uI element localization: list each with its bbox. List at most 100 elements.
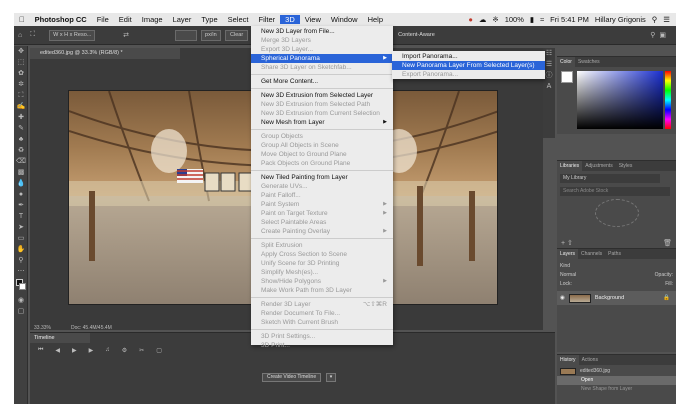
menu-item-paint-on-target-texture[interactable]: Paint on Target Texture ▶ [251, 209, 393, 218]
fill-label[interactable]: Fill: [665, 280, 673, 289]
type-tool-icon[interactable]: T [14, 211, 28, 222]
menu-item-generate-uvs[interactable]: Generate UVs... [251, 182, 393, 191]
menu-window[interactable]: Window [326, 15, 363, 24]
menu-3d[interactable]: 3D [280, 15, 300, 24]
content-aware-checkbox[interactable]: Content-Aware [398, 32, 435, 38]
lock-label[interactable]: Lock: [560, 280, 572, 289]
shape-tool-icon[interactable]: ▭ [14, 233, 28, 244]
width-field[interactable] [175, 29, 198, 41]
hand-tool-icon[interactable]: ✋ [14, 244, 28, 255]
zoom-tool-icon[interactable]: ⚲ [14, 255, 28, 266]
unit-select[interactable]: px/in [201, 29, 222, 41]
menu-item-paint-falloff[interactable]: Paint Falloff... [251, 191, 393, 200]
menu-item-new-tiled-painting-from-layer[interactable]: New Tiled Painting from Layer [251, 173, 393, 182]
library-select[interactable]: My Library [560, 174, 660, 183]
tab-styles[interactable]: Styles [616, 161, 636, 171]
history-item-open[interactable]: Open [557, 376, 676, 385]
tab-color[interactable]: Color [557, 57, 575, 67]
pen-tool-icon[interactable]: ✒ [14, 200, 28, 211]
play-icon[interactable]: ▶ [72, 347, 77, 354]
color-swatches-icon[interactable] [14, 277, 28, 295]
gradient-tool-icon[interactable]: ▩ [14, 167, 28, 178]
blur-tool-icon[interactable]: 💧 [14, 178, 28, 189]
trash-icon[interactable]: 🗑 [663, 239, 672, 247]
menu-edit[interactable]: Edit [114, 15, 137, 24]
swap-icon[interactable]: ⇄ [123, 31, 129, 39]
transition-icon[interactable]: ▢ [156, 347, 162, 354]
visibility-eye-icon[interactable]: ◉ [560, 295, 565, 301]
hue-slider[interactable] [665, 71, 671, 129]
menu-item-new-mesh-from-layer[interactable]: New Mesh from Layer ▶ [251, 118, 393, 127]
character-panel-icon[interactable]: A [543, 81, 555, 92]
search-icon[interactable]: ⚲ [652, 15, 658, 24]
menu-item-show-hide-polygons[interactable]: Show/Hide Polygons ▶ [251, 277, 393, 286]
menu-item-new-3d-extrusion-from-current-selection[interactable]: New 3D Extrusion from Current Selection [251, 109, 393, 118]
wifi-icon[interactable]: ≈ [540, 15, 544, 24]
battery-icon[interactable]: ▮ [530, 15, 534, 24]
menu-help[interactable]: Help [363, 15, 388, 24]
tab-paths[interactable]: Paths [605, 249, 624, 259]
menu-photoshop[interactable]: Photoshop CC [30, 15, 92, 24]
menu-item-move-object-to-ground-plane[interactable]: Move Object to Ground Plane [251, 150, 393, 159]
menu-file[interactable]: File [92, 15, 114, 24]
menu-item-sketch-with-current-brush[interactable]: Sketch With Current Brush [251, 318, 393, 327]
move-tool-icon[interactable]: ✥ [14, 46, 28, 57]
brush-tool-icon[interactable]: ✎ [14, 123, 28, 134]
library-search-input[interactable]: Search Adobe Stock [560, 187, 670, 196]
tab-layers[interactable]: Layers [557, 249, 579, 259]
menu-item-new-panorama-layer-from-selected-layer-s[interactable]: New Panorama Layer From Selected Layer(s… [392, 61, 545, 70]
menu-item-export-panorama[interactable]: Export Panorama... [392, 70, 545, 79]
color-field[interactable] [577, 71, 663, 129]
menu-item-export-3d-layer[interactable]: Export 3D Layer... [251, 45, 393, 54]
crop-tool-icon[interactable]: ⛶ [14, 90, 28, 101]
menu-item-create-painting-overlay[interactable]: Create Painting Overlay ▶ [251, 227, 393, 236]
prev-frame-icon[interactable]: ◀ [55, 347, 60, 354]
menu-item-simplify-mesh-es[interactable]: Simplify Mesh(es)... [251, 268, 393, 277]
lasso-tool-icon[interactable]: ✿ [14, 68, 28, 79]
next-frame-icon[interactable]: ▶ [89, 347, 94, 354]
blend-mode-select[interactable]: Normal [560, 271, 576, 280]
menu-type[interactable]: Type [196, 15, 222, 24]
tab-actions[interactable]: Actions [579, 355, 601, 365]
menu-item-share-3d-layer-on-sketchfab[interactable]: Share 3D Layer on Sketchfab... [251, 63, 393, 72]
eraser-tool-icon[interactable]: ⌫ [14, 156, 28, 167]
menu-item-pack-objects-on-ground-plane[interactable]: Pack Objects on Ground Plane [251, 159, 393, 168]
layer-kind-filter[interactable]: Kind [557, 262, 676, 271]
menu-item-3d-print-settings[interactable]: 3D Print Settings... [251, 332, 393, 341]
crop-tool-icon[interactable]: ⛶ [30, 31, 35, 39]
menu-item-split-extrusion[interactable]: Split Extrusion [251, 241, 393, 250]
dodge-tool-icon[interactable]: ● [14, 189, 28, 200]
menu-item-select-paintable-areas[interactable]: Select Paintable Areas [251, 218, 393, 227]
add-content-icon[interactable]: + ⇧ [561, 239, 573, 247]
menu-list-icon[interactable]: ☰ [663, 15, 670, 24]
document-tab[interactable]: edited360.jpg @ 33.3% (RGB/8) * [30, 48, 180, 59]
split-icon[interactable]: ✂ [139, 347, 144, 354]
timeline-tab[interactable]: Timeline [30, 333, 90, 343]
layer-name[interactable]: Background [595, 295, 624, 301]
marquee-tool-icon[interactable]: ⬚ [14, 57, 28, 68]
opacity-label[interactable]: Opacity: [655, 271, 673, 280]
more-tools-icon[interactable]: ⋯ [14, 266, 28, 277]
clock[interactable]: Fri 5:41 PM [550, 15, 589, 24]
create-video-timeline-button[interactable]: Create Video Timeline [262, 373, 322, 382]
menu-item-new-3d-layer-from-file[interactable]: New 3D Layer from File... [251, 27, 393, 36]
menu-item-unify-scene-for-3d-printing[interactable]: Unify Scene for 3D Printing [251, 259, 393, 268]
path-select-tool-icon[interactable]: ➤ [14, 222, 28, 233]
menu-item-render-3d-layer[interactable]: Render 3D Layer ⌥⇧⌘R [251, 300, 393, 309]
tab-swatches[interactable]: Swatches [575, 57, 603, 67]
menu-item-get-more-content[interactable]: Get More Content... [251, 77, 393, 86]
menu-item-apply-cross-section-to-scene[interactable]: Apply Cross Section to Scene [251, 250, 393, 259]
menu-item-group-objects[interactable]: Group Objects [251, 132, 393, 141]
history-brush-icon[interactable]: ♻ [14, 145, 28, 156]
creative-cloud-icon[interactable]: ☁ [479, 15, 487, 24]
size-preset-select[interactable]: W x H x Reso... [49, 29, 96, 41]
menu-item-3d-print[interactable]: 3D Print... [251, 341, 393, 350]
menu-item-merge-3d-layers[interactable]: Merge 3D Layers [251, 36, 393, 45]
menu-item-new-3d-extrusion-from-selected-path[interactable]: New 3D Extrusion from Selected Path [251, 100, 393, 109]
audio-icon[interactable]: ♫ [105, 347, 110, 354]
bluetooth-icon[interactable]: ※ [492, 15, 498, 24]
menu-item-new-3d-extrusion-from-selected-layer[interactable]: New 3D Extrusion from Selected Layer [251, 91, 393, 100]
menu-select[interactable]: Select [223, 15, 254, 24]
workspace-icon[interactable]: ▣ [659, 31, 666, 39]
quick-select-tool-icon[interactable]: ✲ [14, 79, 28, 90]
